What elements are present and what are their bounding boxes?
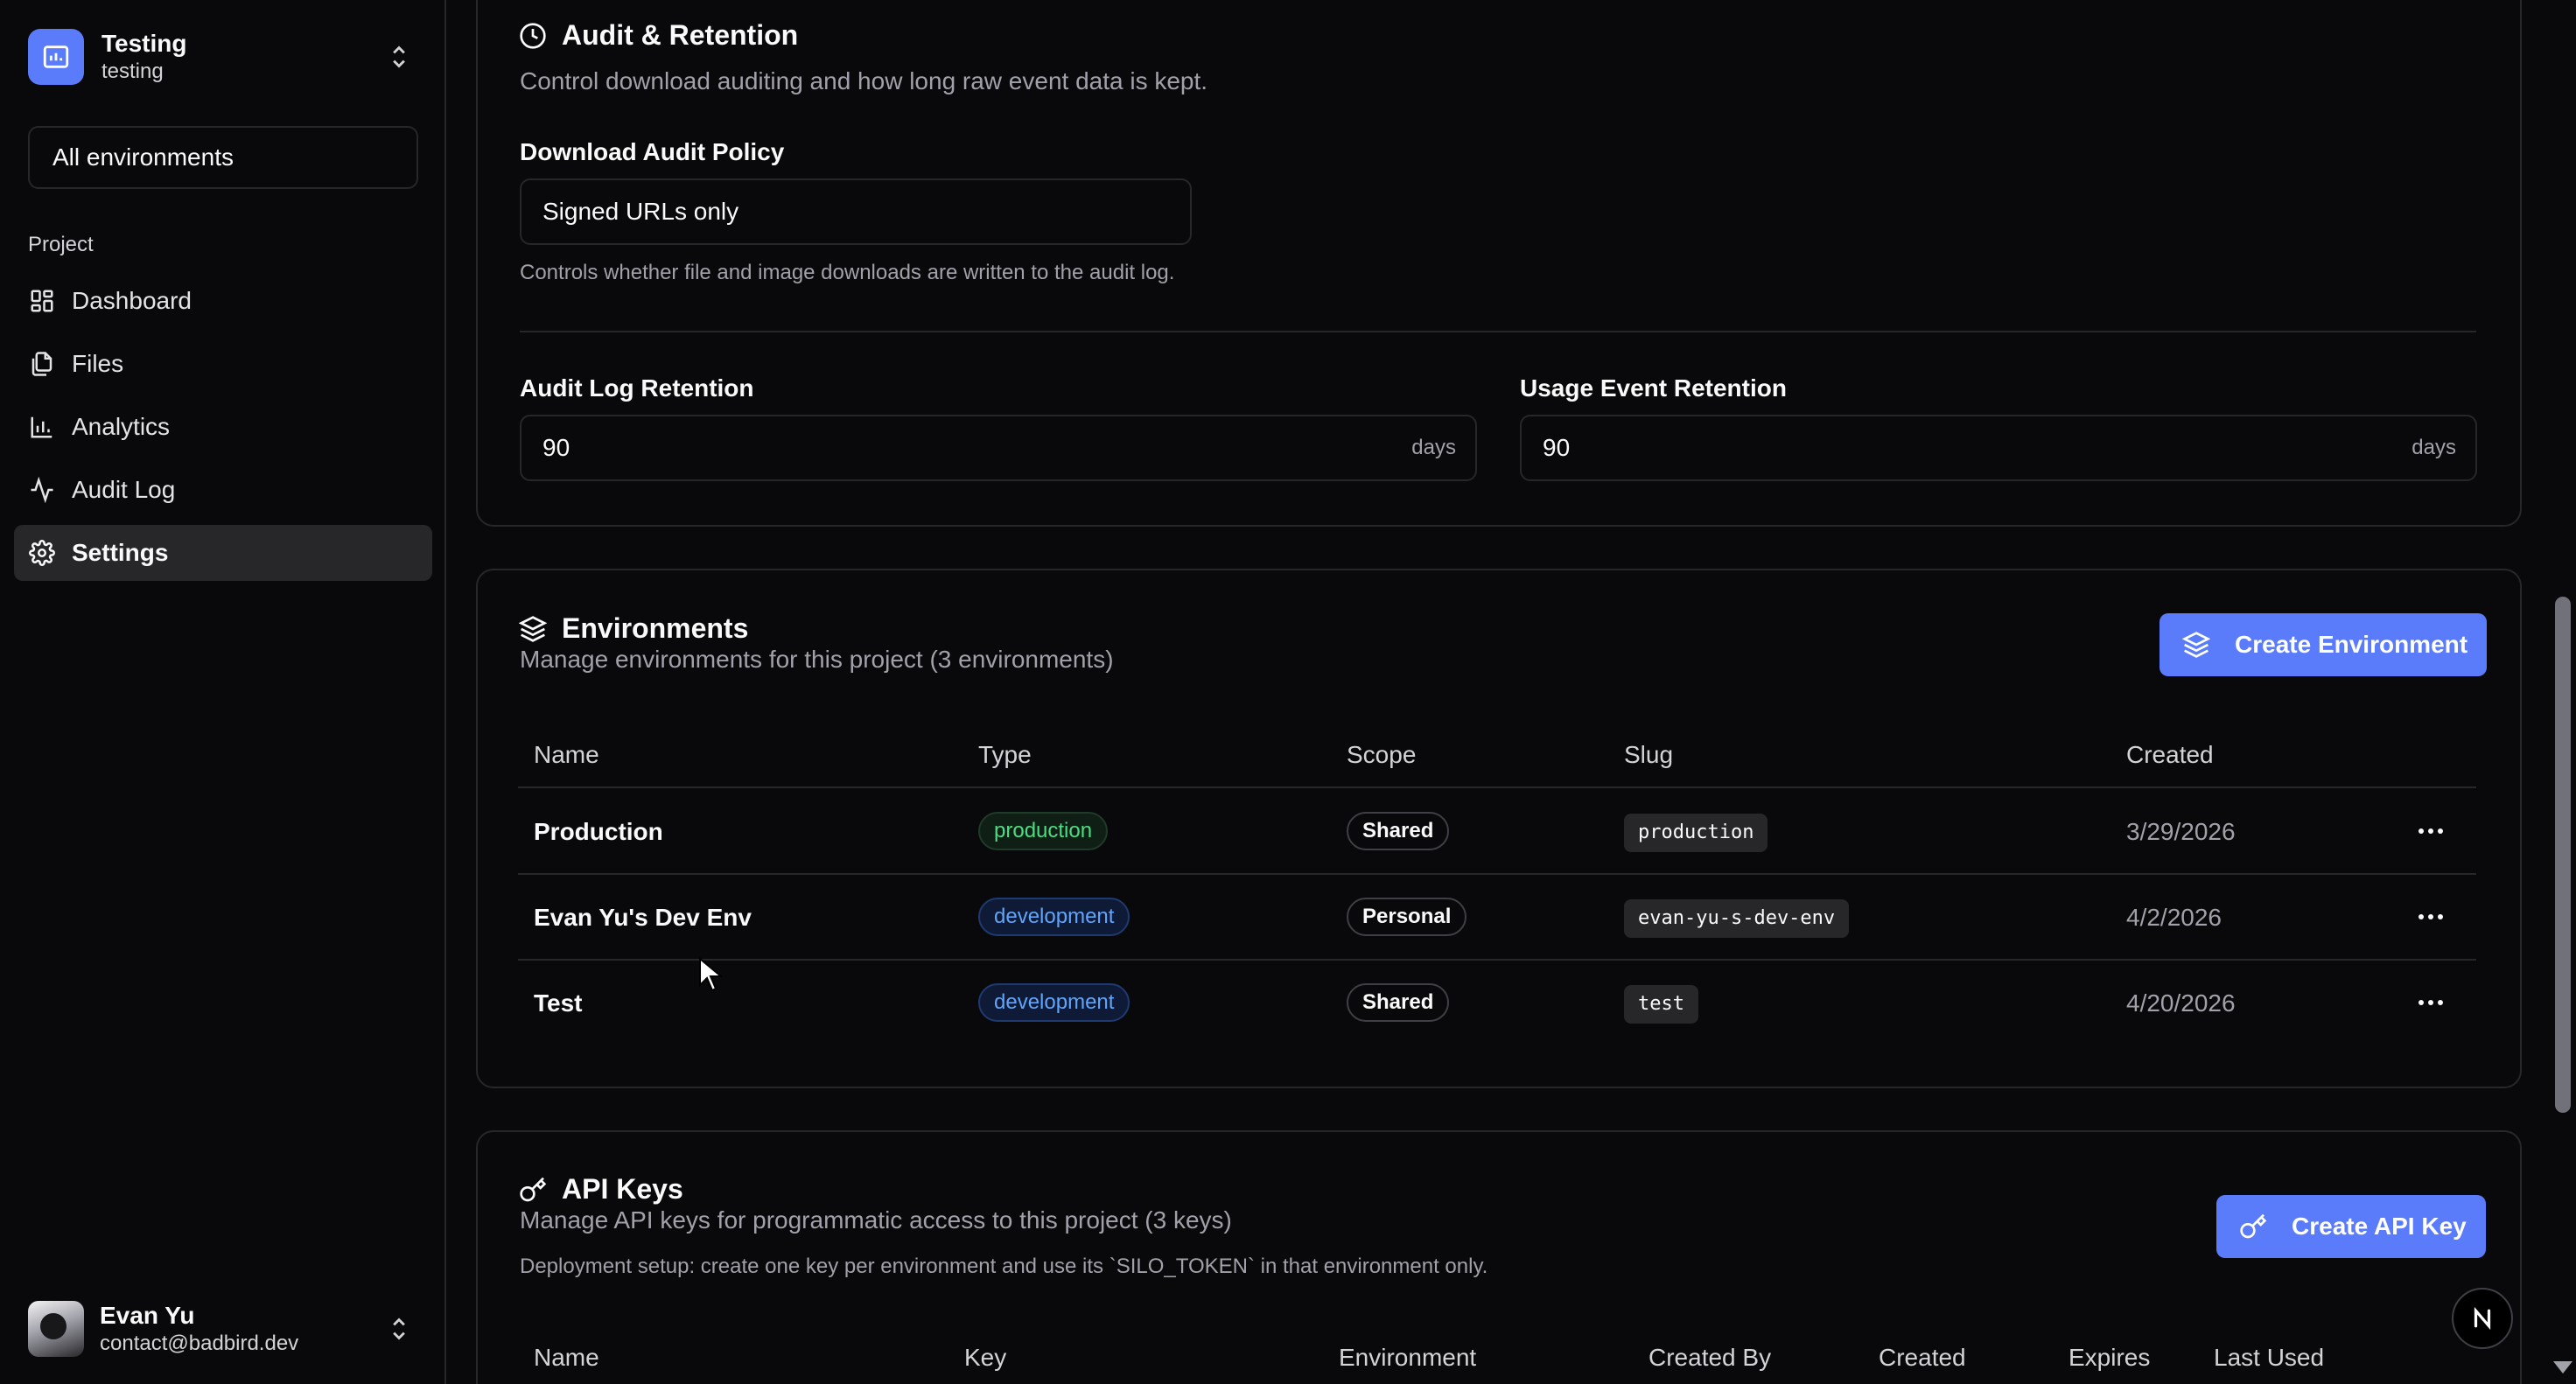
layers-icon [2180, 629, 2212, 661]
api-keys-helper: Deployment setup: create one key per env… [520, 1255, 1488, 1278]
sidebar-item-label: Files [72, 350, 124, 377]
environment-slug: production [1624, 814, 1768, 852]
table-divider [518, 786, 2476, 788]
environment-type-badge: development [978, 898, 1130, 936]
environments-title: Environments [518, 612, 748, 645]
nav-section-label: Project [28, 233, 94, 256]
scrollbar-thumb[interactable] [2555, 597, 2571, 1113]
sidebar-item-label: Dashboard [72, 287, 192, 314]
chevron-updown-icon [387, 1314, 411, 1348]
days-suffix: days [1411, 436, 1456, 459]
download-audit-policy-label: Download Audit Policy [520, 138, 785, 165]
download-audit-policy-helper: Controls whether file and image download… [520, 261, 1175, 284]
environment-scope-badge: Shared [1347, 812, 1450, 850]
more-horizontal-icon[interactable] [2413, 985, 2448, 1020]
environment-slug: test [1624, 985, 1698, 1024]
audit-log-retention-input[interactable]: 90 days [520, 415, 1477, 481]
days-suffix: days [2412, 436, 2456, 459]
key-icon [518, 1175, 548, 1205]
column-header-created[interactable]: Created [1879, 1344, 1966, 1372]
audit-retention-description: Control download auditing and how long r… [520, 67, 1208, 94]
environment-created-date: 3/29/2026 [2126, 818, 2236, 845]
more-horizontal-icon[interactable] [2413, 899, 2448, 934]
environment-created-date: 4/2/2026 [2126, 904, 2222, 931]
sidebar-item-audit-log[interactable]: Audit Log [14, 462, 432, 518]
sidebar-item-label: Audit Log [72, 476, 176, 503]
column-header-slug[interactable]: Slug [1624, 741, 1673, 769]
sidebar-item-label: Analytics [72, 413, 171, 440]
create-api-key-button[interactable]: Create API Key [2216, 1195, 2486, 1258]
audit-retention-title: Audit & Retention [518, 19, 798, 52]
column-header-name[interactable]: Name [534, 741, 599, 769]
column-header-scope[interactable]: Scope [1347, 741, 1416, 769]
clock-icon [518, 21, 548, 51]
avatar [28, 1301, 84, 1357]
environment-type-badge: production [978, 812, 1109, 850]
sidebar: Testing testing All environments Project… [0, 0, 446, 1384]
column-header-type[interactable]: Type [978, 741, 1032, 769]
sidebar-item-files[interactable]: Files [14, 336, 432, 392]
usage-event-retention-label: Usage Event Retention [1520, 374, 1787, 402]
api-keys-description: Manage API keys for programmatic access … [520, 1206, 1232, 1234]
column-header-expires[interactable]: Expires [2068, 1344, 2150, 1372]
user-email: contact@badbird.dev [100, 1332, 299, 1355]
user-menu[interactable]: Evan Yu contact@badbird.dev [28, 1298, 418, 1360]
sidebar-item-settings[interactable]: Settings [14, 525, 432, 581]
environment-type-badge: development [978, 983, 1130, 1022]
project-slug: testing [102, 59, 164, 83]
environment-name[interactable]: Test [534, 989, 583, 1017]
activity-icon [28, 476, 56, 504]
mouse-cursor-icon [698, 956, 724, 996]
environment-filter-select[interactable]: All environments [28, 126, 418, 189]
table-divider [518, 873, 2476, 875]
chevron-updown-icon [387, 42, 411, 76]
layers-icon [518, 614, 548, 644]
environments-description: Manage environments for this project (3 … [520, 646, 1114, 673]
analytics-icon [28, 413, 56, 441]
column-header-key[interactable]: Key [964, 1344, 1006, 1372]
column-header-created-by[interactable]: Created By [1648, 1344, 1771, 1372]
environment-scope-badge: Personal [1347, 898, 1467, 936]
column-header-name[interactable]: Name [534, 1344, 599, 1372]
sidebar-item-dashboard[interactable]: Dashboard [14, 273, 432, 329]
sidebar-item-label: Settings [72, 539, 169, 566]
section-divider [520, 331, 2476, 332]
table-divider [518, 959, 2476, 961]
usage-event-retention-input[interactable]: 90 days [1520, 415, 2477, 481]
api-keys-title: API Keys [518, 1173, 683, 1206]
user-name: Evan Yu [100, 1302, 195, 1329]
dashboard-icon [28, 287, 56, 315]
sidebar-item-analytics[interactable]: Analytics [14, 399, 432, 455]
more-horizontal-icon[interactable] [2413, 814, 2448, 849]
project-name: Testing [102, 30, 187, 57]
column-header-environment[interactable]: Environment [1339, 1344, 1476, 1372]
next-dev-tools-icon[interactable] [2452, 1288, 2513, 1349]
key-icon [2237, 1211, 2269, 1242]
download-audit-policy-select[interactable]: Signed URLs only [520, 178, 1192, 245]
gear-icon [28, 539, 56, 567]
environment-name[interactable]: Evan Yu's Dev Env [534, 904, 752, 932]
create-environment-button[interactable]: Create Environment [2160, 613, 2488, 676]
project-logo-icon [28, 29, 84, 85]
column-header-created[interactable]: Created [2126, 741, 2214, 769]
environment-created-date: 4/20/2026 [2126, 989, 2236, 1017]
environment-scope-badge: Shared [1347, 983, 1450, 1022]
environment-slug: evan-yu-s-dev-env [1624, 899, 1850, 938]
project-switcher[interactable]: Testing testing [28, 26, 418, 87]
scroll-down-arrow-icon[interactable] [2553, 1361, 2572, 1374]
files-icon [28, 350, 56, 378]
environment-name[interactable]: Production [534, 818, 663, 846]
column-header-last-used[interactable]: Last Used [2214, 1344, 2324, 1372]
audit-log-retention-label: Audit Log Retention [520, 374, 754, 402]
